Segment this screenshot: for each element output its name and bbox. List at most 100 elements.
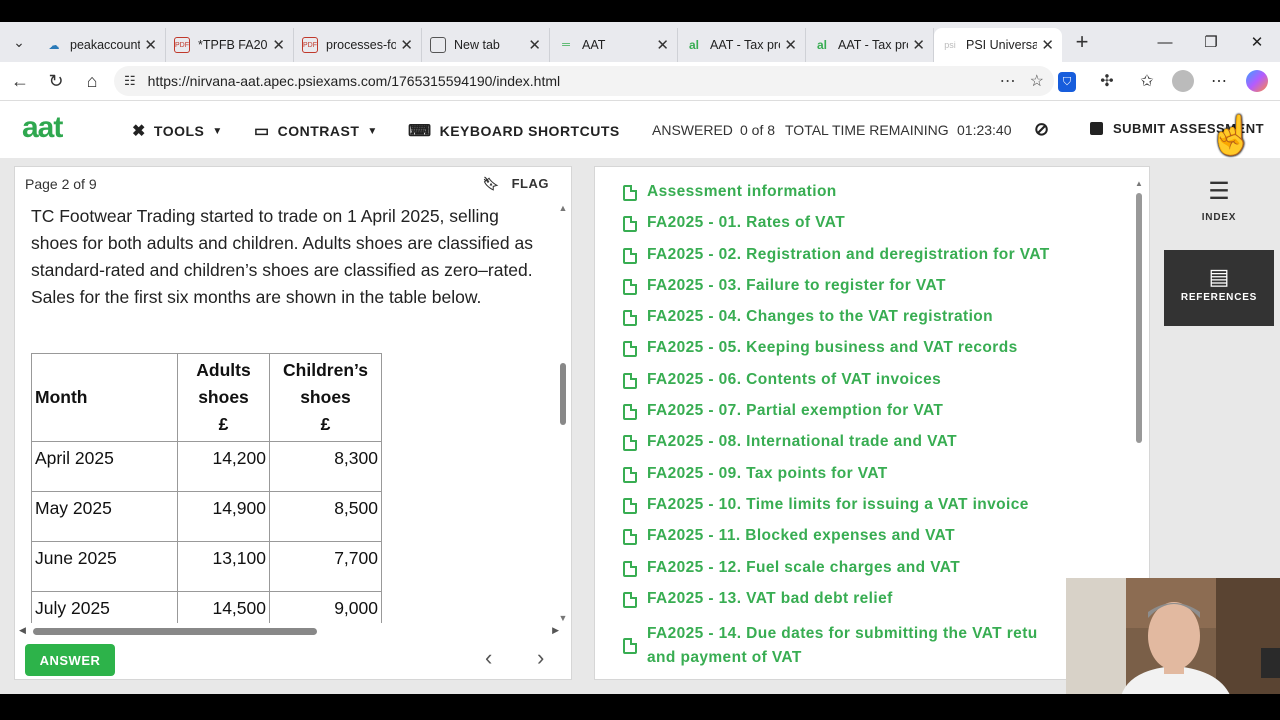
references-rail-label: REFERENCES: [1180, 292, 1258, 303]
next-page-chevron-icon[interactable]: ›: [537, 645, 544, 671]
header-adults-shoes: Adults shoes £: [177, 353, 270, 442]
browser-tab-strip: ⌄ ☁ peakaccount... ✕ PDF *TPFB FA2025 ✕ …: [0, 22, 1280, 62]
reload-icon[interactable]: ↻: [38, 71, 74, 92]
cell-children: 9,000: [269, 591, 382, 623]
index-item[interactable]: FA2025 - 09. Tax points for VAT: [623, 465, 1123, 496]
settings-more-icon[interactable]: ⋯: [1206, 68, 1232, 94]
index-item[interactable]: FA2025 - 07. Partial exemption for VAT: [623, 402, 1123, 433]
profile-avatar-icon[interactable]: [1170, 68, 1196, 94]
scroll-down-arrow-icon[interactable]: ▼: [558, 613, 568, 623]
stop-square-icon: [1090, 122, 1103, 135]
index-item[interactable]: FA2025 - 08. International trade and VAT: [623, 433, 1123, 464]
home-icon[interactable]: ⌂: [74, 71, 110, 92]
index-item[interactable]: Assessment information: [623, 183, 1123, 214]
browser-tab[interactable]: ☁ peakaccount... ✕: [38, 28, 166, 62]
browser-tab[interactable]: PDF *TPFB FA2025 ✕: [166, 28, 294, 62]
index-item[interactable]: FA2025 - 06. Contents of VAT invoices: [623, 371, 1123, 402]
flag-button[interactable]: 🔖︎ FLAG: [482, 176, 549, 192]
site-info-icon[interactable]: ☷: [124, 73, 136, 89]
favorites-list-icon[interactable]: ✩: [1134, 68, 1160, 94]
browser-tab-active[interactable]: psi PSI Universal ✕: [934, 28, 1062, 62]
references-rail-button[interactable]: ▤ REFERENCES: [1164, 250, 1274, 326]
previous-page-chevron-icon[interactable]: ‹: [485, 645, 492, 671]
close-icon[interactable]: ✕: [784, 36, 797, 54]
close-icon[interactable]: ✕: [656, 36, 669, 54]
scroll-left-arrow-icon[interactable]: ◀: [19, 625, 26, 636]
favorite-star-icon[interactable]: ☆: [1030, 71, 1044, 91]
copilot-icon[interactable]: [1244, 68, 1270, 94]
window-controls: — ❐ ✕: [1142, 22, 1280, 62]
tab-list-chevron-icon[interactable]: ⌄: [0, 22, 38, 62]
close-icon[interactable]: ✕: [912, 36, 925, 54]
tools-menu-button[interactable]: ✖ TOOLS ▼: [132, 121, 223, 141]
tools-label: TOOLS: [153, 123, 205, 139]
cell-adults: 14,900: [177, 491, 270, 542]
browser-tab[interactable]: al AAT - Tax pro ✕: [678, 28, 806, 62]
scroll-right-arrow-icon[interactable]: ▶: [552, 625, 559, 636]
book-icon: ▤: [1208, 264, 1230, 289]
browser-tab[interactable]: PDF processes-for ✕: [294, 28, 422, 62]
hide-timer-eye-slash-icon[interactable]: ⊘: [1034, 119, 1050, 140]
index-item[interactable]: FA2025 - 11. Blocked expenses and VAT: [623, 527, 1123, 558]
document-icon: [623, 497, 637, 514]
keyboard-icon: ⌨: [408, 123, 432, 140]
browser-tab[interactable]: ═ AAT ✕: [550, 28, 678, 62]
index-list: Assessment information FA2025 - 01. Rate…: [623, 183, 1123, 671]
scrollbar-thumb[interactable]: [33, 628, 317, 635]
index-item[interactable]: FA2025 - 12. Fuel scale charges and VAT: [623, 559, 1123, 590]
index-rail-button[interactable]: ☰ INDEX: [1164, 180, 1274, 224]
scroll-up-arrow-icon[interactable]: ▲: [558, 203, 568, 213]
index-item[interactable]: FA2025 - 04. Changes to the VAT registra…: [623, 308, 1123, 339]
new-tab-plus-icon[interactable]: +: [1062, 29, 1102, 55]
extensions-puzzle-icon[interactable]: ✣: [1094, 68, 1120, 94]
contrast-label: CONTRAST: [277, 123, 360, 139]
aat-icon: al: [688, 38, 699, 52]
question-vertical-scrollbar[interactable]: ▲ ▼: [558, 203, 568, 623]
aat-icon: ═: [562, 39, 570, 51]
window-close-icon[interactable]: ✕: [1234, 22, 1280, 62]
back-arrow-icon[interactable]: ←: [2, 71, 38, 92]
bitwarden-shield-icon[interactable]: ⛉: [1058, 72, 1076, 92]
browser-tab[interactable]: New tab ✕: [422, 28, 550, 62]
close-icon[interactable]: ✕: [272, 36, 285, 54]
time-remaining-label: TOTAL TIME REMAINING: [785, 122, 949, 138]
sales-table-scroll[interactable]: Month Adults shoes £ Children’s shoes £ Apri…: [31, 353, 551, 623]
close-icon[interactable]: ✕: [528, 36, 541, 54]
document-icon: [623, 404, 637, 421]
index-item[interactable]: FA2025 - 02. Registration and deregistra…: [623, 246, 1123, 277]
caret-down-icon: ▼: [367, 125, 378, 137]
more-options-circle-icon[interactable]: ⋯: [1000, 71, 1016, 91]
close-icon[interactable]: ✕: [144, 36, 157, 54]
cell-month: April 2025: [31, 441, 178, 492]
index-item[interactable]: FA2025 - 13. VAT bad debt relief: [623, 590, 1123, 621]
scroll-up-arrow-icon[interactable]: ▲: [1135, 179, 1143, 188]
table-row: April 2025 14,200 8,300: [31, 441, 382, 492]
index-item[interactable]: FA2025 - 10. Time limits for issuing a V…: [623, 496, 1123, 527]
minimize-icon[interactable]: —: [1142, 22, 1188, 62]
answer-button[interactable]: ANSWER: [25, 644, 115, 676]
tab-title: processes-for: [326, 38, 397, 52]
browser-tab[interactable]: al AAT - Tax pro ✕: [806, 28, 934, 62]
presenter-video-image: [1066, 578, 1280, 700]
close-icon[interactable]: ✕: [1041, 36, 1054, 54]
keyboard-shortcuts-button[interactable]: ⌨ KEYBOARD SHORTCUTS: [408, 121, 620, 141]
tab-title: AAT - Tax pro: [838, 38, 909, 52]
table-horizontal-scrollbar[interactable]: ◀ ▶: [19, 625, 559, 637]
aat-icon: al: [816, 38, 827, 52]
document-icon: [623, 278, 637, 295]
tab-title: *TPFB FA2025: [198, 38, 268, 52]
index-item[interactable]: FA2025 - 14. Due dates for submitting th…: [623, 621, 1063, 671]
close-icon[interactable]: ✕: [400, 36, 413, 54]
index-item[interactable]: FA2025 - 05. Keeping business and VAT re…: [623, 339, 1123, 370]
document-icon: [623, 591, 637, 608]
contrast-menu-button[interactable]: ▭ CONTRAST ▼: [254, 121, 378, 141]
tab-title: AAT - Tax pro: [710, 38, 781, 52]
index-item[interactable]: FA2025 - 03. Failure to register for VAT: [623, 277, 1123, 308]
document-icon: [623, 310, 637, 327]
scrollbar-thumb[interactable]: [1136, 193, 1142, 443]
index-item[interactable]: FA2025 - 01. Rates of VAT: [623, 214, 1123, 245]
url-field[interactable]: ☷ https://nirvana-aat.apec.psiexams.com/…: [114, 66, 1054, 96]
index-vertical-scrollbar[interactable]: ▲: [1135, 179, 1143, 449]
scrollbar-thumb[interactable]: [560, 363, 566, 425]
restore-icon[interactable]: ❐: [1188, 22, 1234, 62]
